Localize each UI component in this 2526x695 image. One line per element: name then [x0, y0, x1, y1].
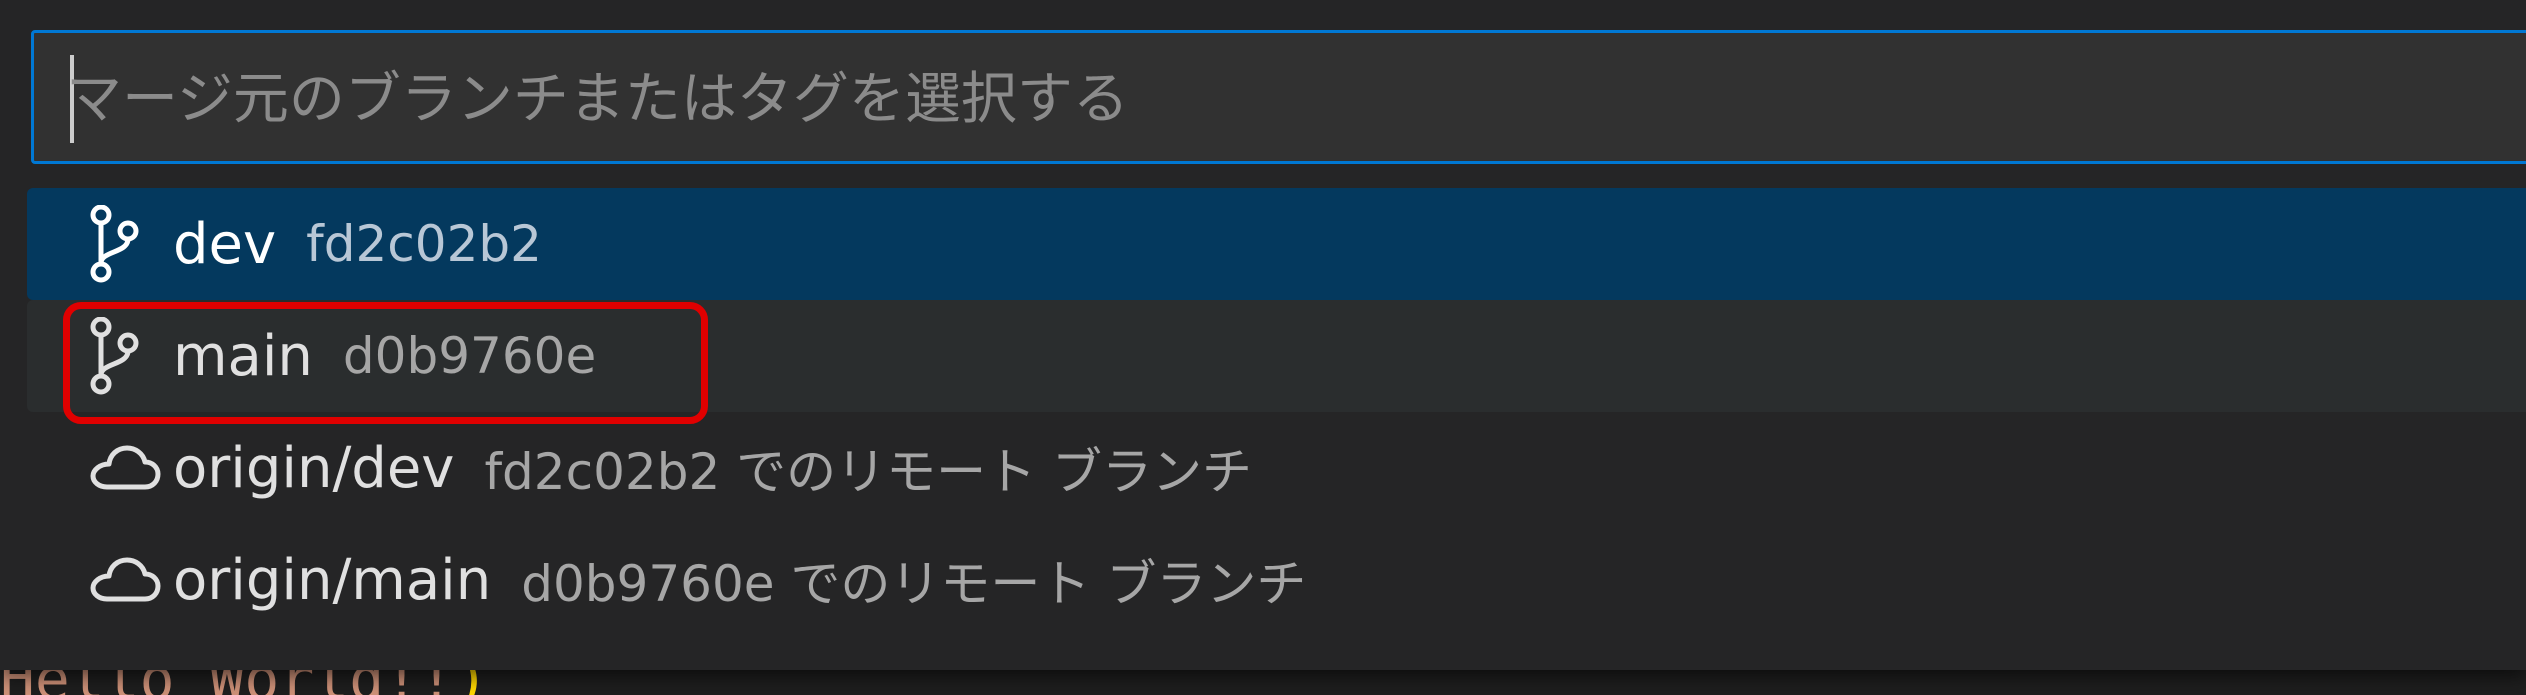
- vscode-window: Hello World!!) dev fd2c02b2: [0, 0, 2526, 695]
- cloud-icon: [89, 540, 163, 620]
- branch-item-origin-main[interactable]: origin/main d0b9760e でのリモート ブランチ: [27, 524, 2526, 636]
- git-branch-icon: [89, 204, 163, 284]
- branch-name: origin/main: [173, 547, 492, 613]
- branch-quick-pick: dev fd2c02b2 main d0b9760e: [0, 0, 2526, 670]
- branch-search-input[interactable]: [66, 51, 2466, 147]
- branch-name: origin/dev: [173, 435, 455, 501]
- branch-item-origin-dev[interactable]: origin/dev fd2c02b2 でのリモート ブランチ: [27, 412, 2526, 524]
- annotation-highlight-box: [63, 302, 708, 424]
- cloud-icon: [89, 428, 163, 508]
- commit-hash: fd2c02b2: [306, 215, 542, 273]
- search-box[interactable]: [31, 30, 2526, 164]
- branch-name: dev: [173, 211, 277, 277]
- branch-description: d0b9760e でのリモート ブランチ: [521, 555, 1307, 613]
- branch-item-dev[interactable]: dev fd2c02b2: [27, 188, 2526, 300]
- branch-description: fd2c02b2 でのリモート ブランチ: [484, 443, 1253, 501]
